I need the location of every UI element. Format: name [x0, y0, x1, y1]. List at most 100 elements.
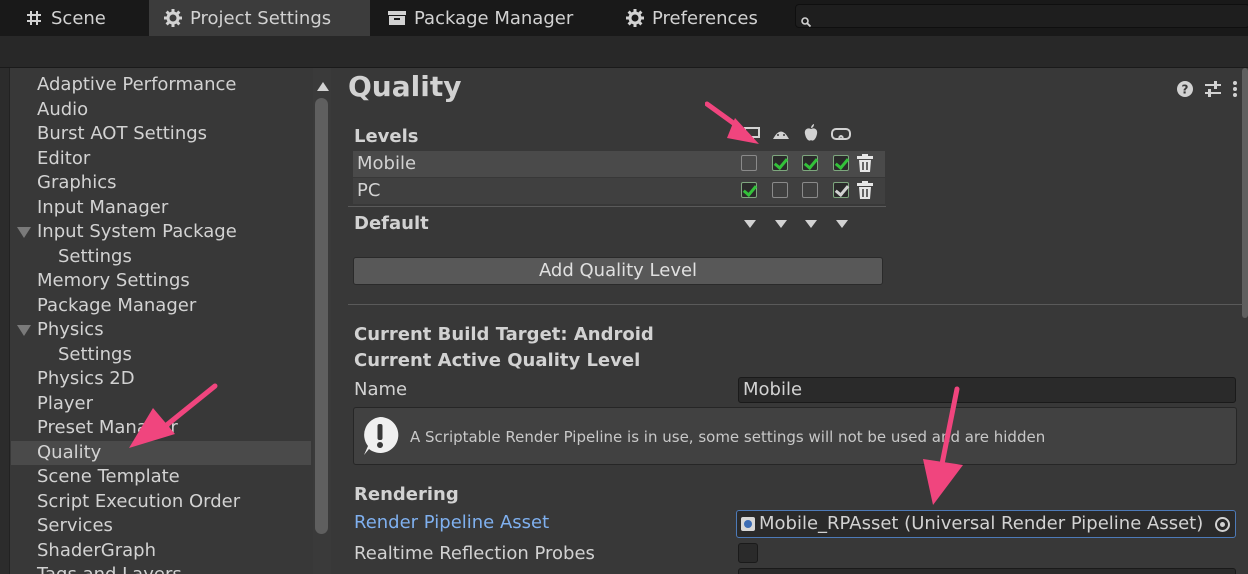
default-dropdown-vr[interactable] [836, 220, 848, 228]
add-quality-level-button[interactable]: Add Quality Level [353, 257, 883, 285]
scroll-up-icon[interactable] [317, 82, 329, 91]
fold-expanded-icon[interactable] [17, 325, 31, 336]
settings-search-bar [0, 36, 1248, 68]
platform-checkbox-android[interactable] [772, 182, 788, 198]
sidebar-item-label: Input Manager [37, 197, 169, 218]
default-dropdown-android[interactable] [775, 220, 787, 228]
sidebar-item-label: Quality [37, 442, 102, 463]
android-icon [771, 125, 791, 143]
sidebar-item-label: Preset Manager [37, 417, 178, 438]
trash-icon[interactable] [857, 181, 873, 199]
platform-checkbox-vr[interactable] [833, 182, 849, 198]
sidebar-item-quality[interactable]: Quality [11, 441, 311, 465]
tab-scene[interactable]: Scene [25, 0, 150, 36]
sidebar-scrollbar[interactable] [313, 68, 331, 574]
sidebar-item-label: Settings [58, 246, 132, 267]
sidebar-item-label: Adaptive Performance [37, 74, 237, 95]
sidebar-item-burst-aot-settings[interactable]: Burst AOT Settings [11, 122, 311, 146]
search-icon [801, 12, 812, 31]
sidebar-item-label: ShaderGraph [37, 540, 156, 561]
kebab-menu-icon[interactable] [1232, 80, 1238, 98]
platform-checkbox-ios[interactable] [802, 155, 818, 171]
main-scroll-thumb[interactable] [1242, 68, 1248, 318]
sidebar-item-label: Editor [37, 148, 91, 169]
tab-label: Scene [51, 7, 106, 29]
levels-divider [348, 206, 886, 207]
apple-icon [801, 124, 821, 142]
sidebar-item-player[interactable]: Player [11, 392, 311, 416]
quality-level-name: PC [357, 180, 381, 201]
gear-icon [626, 9, 644, 27]
default-dropdown-standalone[interactable] [744, 220, 756, 228]
platform-checkbox-standalone[interactable] [741, 182, 757, 198]
sidebar-edge [0, 68, 10, 574]
active-quality-level-header: Current Active Quality Level [354, 350, 641, 371]
sidebar-item-adaptive-performance[interactable]: Adaptive Performance [11, 73, 311, 97]
sidebar-item-tags-and-layers[interactable]: Tags and Layers [11, 563, 311, 574]
sidebar-item-package-manager[interactable]: Package Manager [11, 294, 311, 318]
default-level-label: Default [354, 213, 429, 234]
package-icon [388, 9, 406, 27]
sidebar-item-label: Audio [37, 99, 89, 120]
page-title: Quality [348, 70, 462, 103]
sidebar-item-scene-template[interactable]: Scene Template [11, 465, 311, 489]
sidebar-item-input-system-package[interactable]: Input System Package [11, 220, 311, 244]
sidebar-item-label: Physics 2D [37, 368, 135, 389]
sidebar-item-label: Package Manager [37, 295, 197, 316]
tab-label: Preferences [652, 7, 758, 29]
rendering-header: Rendering [354, 484, 459, 505]
sidebar-item-audio[interactable]: Audio [11, 98, 311, 122]
trash-icon[interactable] [857, 154, 873, 172]
monitor-icon [742, 125, 762, 143]
sidebar-item-label: Memory Settings [37, 270, 190, 291]
help-text: A Scriptable Render Pipeline is in use, … [410, 428, 1046, 446]
default-dropdown-ios[interactable] [805, 220, 817, 228]
sidebar-item-input-manager[interactable]: Input Manager [11, 196, 311, 220]
sidebar-item-physics-2d[interactable]: Physics 2D [11, 367, 311, 391]
sidebar-item-physics[interactable]: Physics [11, 318, 311, 342]
platform-checkbox-android[interactable] [772, 155, 788, 171]
sidebar-item-input-system-settings[interactable]: Settings [11, 245, 311, 269]
realtime-reflection-probes-checkbox[interactable] [738, 543, 758, 563]
sidebar-item-label: Player [37, 393, 94, 414]
realtime-reflection-probes-label: Realtime Reflection Probes [354, 543, 595, 564]
sidebar-item-shadergraph[interactable]: ShaderGraph [11, 539, 311, 563]
sidebar-item-script-execution-order[interactable]: Script Execution Order [11, 490, 311, 514]
sidebar-item-physics-settings[interactable]: Settings [11, 343, 311, 367]
sidebar-item-graphics[interactable]: Graphics [11, 171, 311, 195]
sidebar-item-editor[interactable]: Editor [11, 147, 311, 171]
platform-checkbox-vr[interactable] [833, 155, 849, 171]
preset-sliders-icon[interactable] [1204, 80, 1222, 98]
sidebar-item-label: Graphics [37, 172, 117, 193]
warning-info-icon [360, 415, 400, 457]
next-setting-field[interactable] [738, 568, 1236, 574]
platform-checkbox-ios[interactable] [802, 182, 818, 198]
sidebar-scroll-thumb[interactable] [315, 98, 328, 534]
build-target-label: Current Build Target: Android [354, 324, 654, 345]
platform-checkbox-standalone[interactable] [741, 155, 757, 171]
tab-package-manager[interactable]: Package Manager [388, 0, 608, 36]
sidebar-item-memory-settings[interactable]: Memory Settings [11, 269, 311, 293]
tab-project-settings[interactable]: Project Settings [149, 0, 370, 36]
object-picker-icon[interactable] [1215, 517, 1230, 532]
fold-expanded-icon[interactable] [17, 227, 31, 238]
help-icon[interactable]: ? [1176, 80, 1194, 98]
render-pipeline-asset-field[interactable]: Mobile_RPAsset (Universal Render Pipelin… [736, 510, 1236, 538]
render-pipeline-asset-icon [741, 517, 755, 531]
render-pipeline-label: Render Pipeline Asset [354, 512, 550, 533]
sidebar-item-preset-manager[interactable]: Preset Manager [11, 416, 311, 440]
sidebar-item-label: Scene Template [37, 466, 180, 487]
sidebar-item-label: Services [37, 515, 113, 536]
vr-headset-icon [831, 125, 851, 143]
sidebar-item-services[interactable]: Services [11, 514, 311, 538]
sidebar-item-label: Input System Package [37, 221, 237, 242]
sidebar-item-label: Tags and Layers [37, 564, 182, 574]
tab-label: Project Settings [190, 7, 332, 29]
quality-name-field[interactable]: Mobile [738, 377, 1236, 403]
sidebar-item-label: Script Execution Order [37, 491, 241, 512]
svg-text:?: ? [1182, 83, 1189, 97]
name-label: Name [354, 379, 408, 400]
search-input[interactable] [795, 4, 1248, 28]
gear-icon [164, 9, 182, 27]
levels-header: Levels [354, 126, 419, 147]
